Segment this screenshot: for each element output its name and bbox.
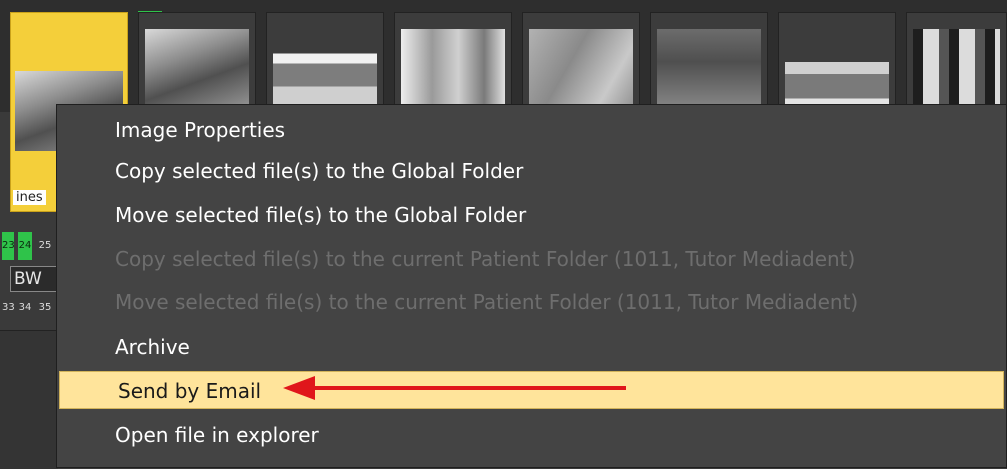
menu-item-move-to-global-folder[interactable]: Move selected file(s) to the Global Fold… — [57, 196, 1006, 234]
thumbnail[interactable] — [522, 12, 640, 112]
menu-item-image-properties[interactable]: Image Properties — [57, 111, 1006, 149]
menu-item-copy-to-global-folder[interactable]: Copy selected file(s) to the Global Fold… — [57, 152, 1006, 190]
thumbnail[interactable] — [266, 12, 384, 112]
annotation-arrow-icon — [283, 376, 626, 400]
context-menu: Image Properties Copy selected file(s) t… — [56, 104, 1007, 468]
thumbnail[interactable] — [778, 12, 896, 112]
thumbnail[interactable] — [138, 12, 256, 112]
xray-image — [529, 29, 633, 111]
xray-image — [913, 29, 1000, 111]
thumbnail-strip: ines — [0, 0, 1007, 212]
menu-item-open-in-explorer[interactable]: Open file in explorer — [57, 416, 1006, 454]
tooth-cell[interactable]: 23 — [2, 232, 15, 260]
thumbnail-label: ines — [13, 190, 46, 205]
thumbnail[interactable] — [650, 12, 768, 112]
thumbnail[interactable] — [906, 12, 1007, 112]
tooth-cell[interactable]: 35 — [38, 296, 52, 320]
xray-image — [657, 29, 761, 111]
tooth-cell[interactable]: 33 — [2, 296, 15, 320]
tooth-cell[interactable]: 25 — [38, 232, 52, 260]
menu-item-archive[interactable]: Archive — [57, 328, 1006, 366]
xray-image — [785, 29, 889, 111]
left-panel — [0, 330, 58, 469]
xray-image — [145, 29, 249, 111]
xray-image — [273, 29, 377, 111]
xray-image — [401, 29, 505, 111]
thumbnail[interactable] — [394, 12, 512, 112]
menu-item-copy-to-patient-folder: Copy selected file(s) to the current Pat… — [115, 247, 856, 271]
tooth-cell[interactable]: 34 — [18, 296, 32, 320]
menu-item-move-to-patient-folder: Move selected file(s) to the current Pat… — [115, 290, 859, 314]
tooth-cell[interactable]: 24 — [18, 232, 32, 260]
